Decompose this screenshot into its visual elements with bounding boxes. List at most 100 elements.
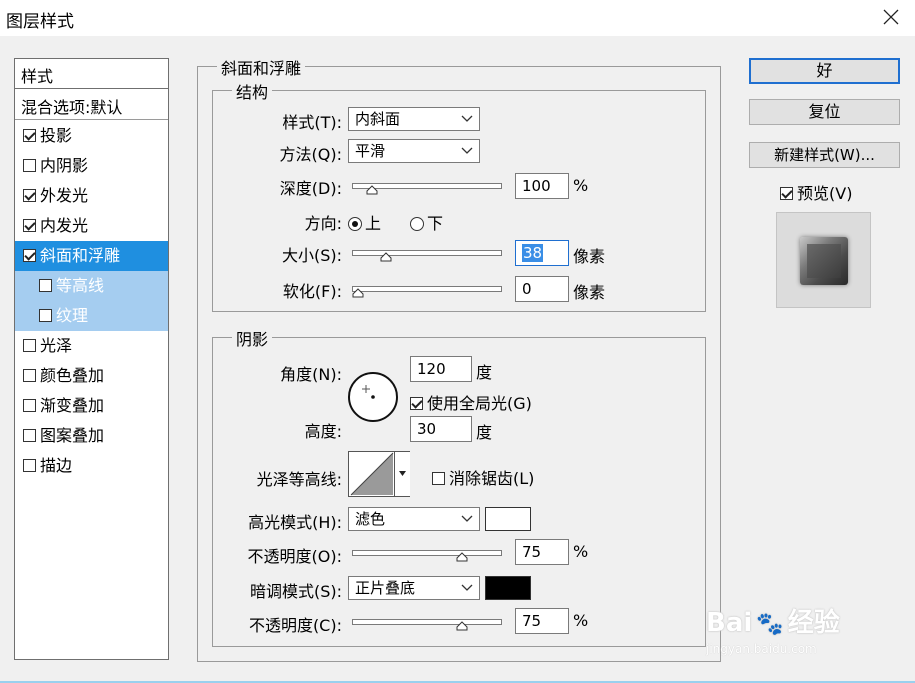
anti-alias-checkbox[interactable]: 消除锯齿(L) <box>432 465 534 489</box>
structure-title: 结构 <box>232 79 273 103</box>
style-list-item-label: 渐变叠加 <box>40 396 105 415</box>
checkbox-checked-icon[interactable] <box>23 189 36 202</box>
shadow-opacity-label: 不透明度(C): <box>248 616 342 635</box>
preview-checkbox[interactable]: 预览(V) <box>780 180 852 204</box>
window-title: 图层样式 <box>6 12 74 32</box>
style-list-item-label: 图案叠加 <box>40 426 105 445</box>
style-list-item[interactable]: 光泽 <box>15 331 168 361</box>
checkbox-checked-icon[interactable] <box>23 249 36 262</box>
style-list-item-label: 光泽 <box>40 336 73 355</box>
checkbox-checked-icon <box>780 187 793 200</box>
style-list-item[interactable]: 渐变叠加 <box>15 391 168 421</box>
checkbox-unchecked-icon[interactable] <box>23 339 36 352</box>
chevron-down-icon <box>461 115 473 122</box>
gloss-contour-label: 光泽等高线: <box>256 470 342 489</box>
highlight-color-swatch[interactable] <box>485 507 531 531</box>
shadow-opacity-unit: % <box>573 611 589 630</box>
technique-select[interactable]: 平滑 <box>348 139 480 163</box>
reset-button[interactable]: 复位 <box>749 99 900 125</box>
direction-down-radio[interactable]: 下 <box>410 210 443 234</box>
direction-up-radio[interactable]: 上 <box>348 210 381 234</box>
depth-unit: % <box>573 176 589 195</box>
shadow-color-swatch[interactable] <box>485 576 531 600</box>
shading-title: 阴影 <box>232 326 273 350</box>
style-list-item-label: 颜色叠加 <box>40 366 105 385</box>
angle-input[interactable]: 120 <box>410 356 472 382</box>
style-list-item-label: 投影 <box>40 126 73 145</box>
style-list-item[interactable]: 颜色叠加 <box>15 361 168 391</box>
preview-label: 预览(V) <box>797 184 853 203</box>
blending-options-item[interactable]: 混合选项:默认 <box>15 90 168 120</box>
soften-label: 软化(F): <box>282 282 342 301</box>
ok-button[interactable]: 好 <box>749 58 900 84</box>
soften-slider-track[interactable] <box>352 286 502 292</box>
close-icon <box>883 9 899 25</box>
highlight-opacity-input[interactable]: 75 <box>515 539 569 565</box>
highlight-mode-label: 高光模式(H): <box>248 513 342 532</box>
style-list-item[interactable]: 投影 <box>15 121 168 151</box>
checkbox-unchecked-icon[interactable] <box>23 459 36 472</box>
style-list-item[interactable]: 外发光 <box>15 181 168 211</box>
contour-dropdown[interactable] <box>394 452 410 496</box>
gloss-contour-picker[interactable] <box>348 451 410 497</box>
style-list-item[interactable]: 图案叠加 <box>15 421 168 451</box>
watermark-brand-text2: 经验 <box>787 608 840 638</box>
style-label: 样式(T): <box>282 113 342 132</box>
contour-preview-icon <box>350 452 394 496</box>
size-unit: 像素 <box>573 247 606 266</box>
new-style-button[interactable]: 新建样式(W)... <box>749 142 900 168</box>
altitude-label: 高度: <box>304 422 342 441</box>
checkbox-unchecked-icon[interactable] <box>39 309 52 322</box>
checkbox-unchecked-icon[interactable] <box>23 429 36 442</box>
highlight-opacity-label: 不透明度(O): <box>247 547 342 566</box>
depth-label: 深度(D): <box>279 179 342 198</box>
style-list-header: 样式 <box>15 59 168 89</box>
highlight-opacity-track[interactable] <box>352 550 502 556</box>
size-label: 大小(S): <box>281 246 342 265</box>
depth-input[interactable]: 100 <box>515 173 569 199</box>
style-select[interactable]: 内斜面 <box>348 107 480 131</box>
checkbox-checked-icon[interactable] <box>23 219 36 232</box>
checkbox-unchecked-icon[interactable] <box>23 369 36 382</box>
chevron-down-icon <box>461 515 473 522</box>
style-list-item[interactable]: 内阴影 <box>15 151 168 181</box>
highlight-opacity-thumb[interactable] <box>456 552 468 562</box>
style-select-value: 内斜面 <box>355 110 401 128</box>
altitude-input[interactable]: 30 <box>410 416 472 442</box>
style-list-item[interactable]: 等高线 <box>15 271 168 301</box>
direction-down-label: 下 <box>427 214 444 233</box>
style-list-item-label: 斜面和浮雕 <box>40 246 121 265</box>
shadow-mode-select[interactable]: 正片叠底 <box>348 576 480 600</box>
highlight-mode-select[interactable]: 滤色 <box>348 507 480 531</box>
soften-input[interactable]: 0 <box>515 276 569 302</box>
shadow-opacity-thumb[interactable] <box>456 621 468 631</box>
size-slider-thumb[interactable] <box>380 252 392 262</box>
style-list-item[interactable]: 斜面和浮雕 <box>15 241 168 271</box>
checkbox-unchecked-icon[interactable] <box>23 399 36 412</box>
watermark-url: jingyan.baidu.com <box>706 642 817 656</box>
checkbox-checked-icon[interactable] <box>23 129 36 142</box>
angle-dial[interactable] <box>346 372 402 428</box>
size-input[interactable]: 38 <box>515 240 569 266</box>
depth-slider-thumb[interactable] <box>366 185 378 195</box>
style-list-item-label: 内阴影 <box>40 156 89 175</box>
checkbox-unchecked-icon[interactable] <box>23 159 36 172</box>
shadow-opacity-track[interactable] <box>352 619 502 625</box>
close-button[interactable] <box>876 4 906 30</box>
style-list-item[interactable]: 内发光 <box>15 211 168 241</box>
global-light-checkbox[interactable]: 使用全局光(G) <box>410 390 532 414</box>
style-preview <box>776 212 871 308</box>
soften-slider-thumb[interactable] <box>352 288 364 298</box>
style-list-item-label: 等高线 <box>56 276 105 295</box>
watermark-brand: Bai 🐾 经验 <box>706 602 840 639</box>
anti-alias-label: 消除锯齿(L) <box>449 469 535 488</box>
angle-unit: 度 <box>476 363 493 382</box>
style-list-item[interactable]: 描边 <box>15 451 168 481</box>
checkbox-unchecked-icon[interactable] <box>39 279 52 292</box>
technique-label: 方法(Q): <box>279 145 342 164</box>
size-slider-track[interactable] <box>352 250 502 256</box>
style-list-item[interactable]: 纹理 <box>15 301 168 331</box>
preview-swatch-face <box>807 244 841 278</box>
chevron-down-icon <box>461 584 473 591</box>
shadow-opacity-input[interactable]: 75 <box>515 608 569 634</box>
